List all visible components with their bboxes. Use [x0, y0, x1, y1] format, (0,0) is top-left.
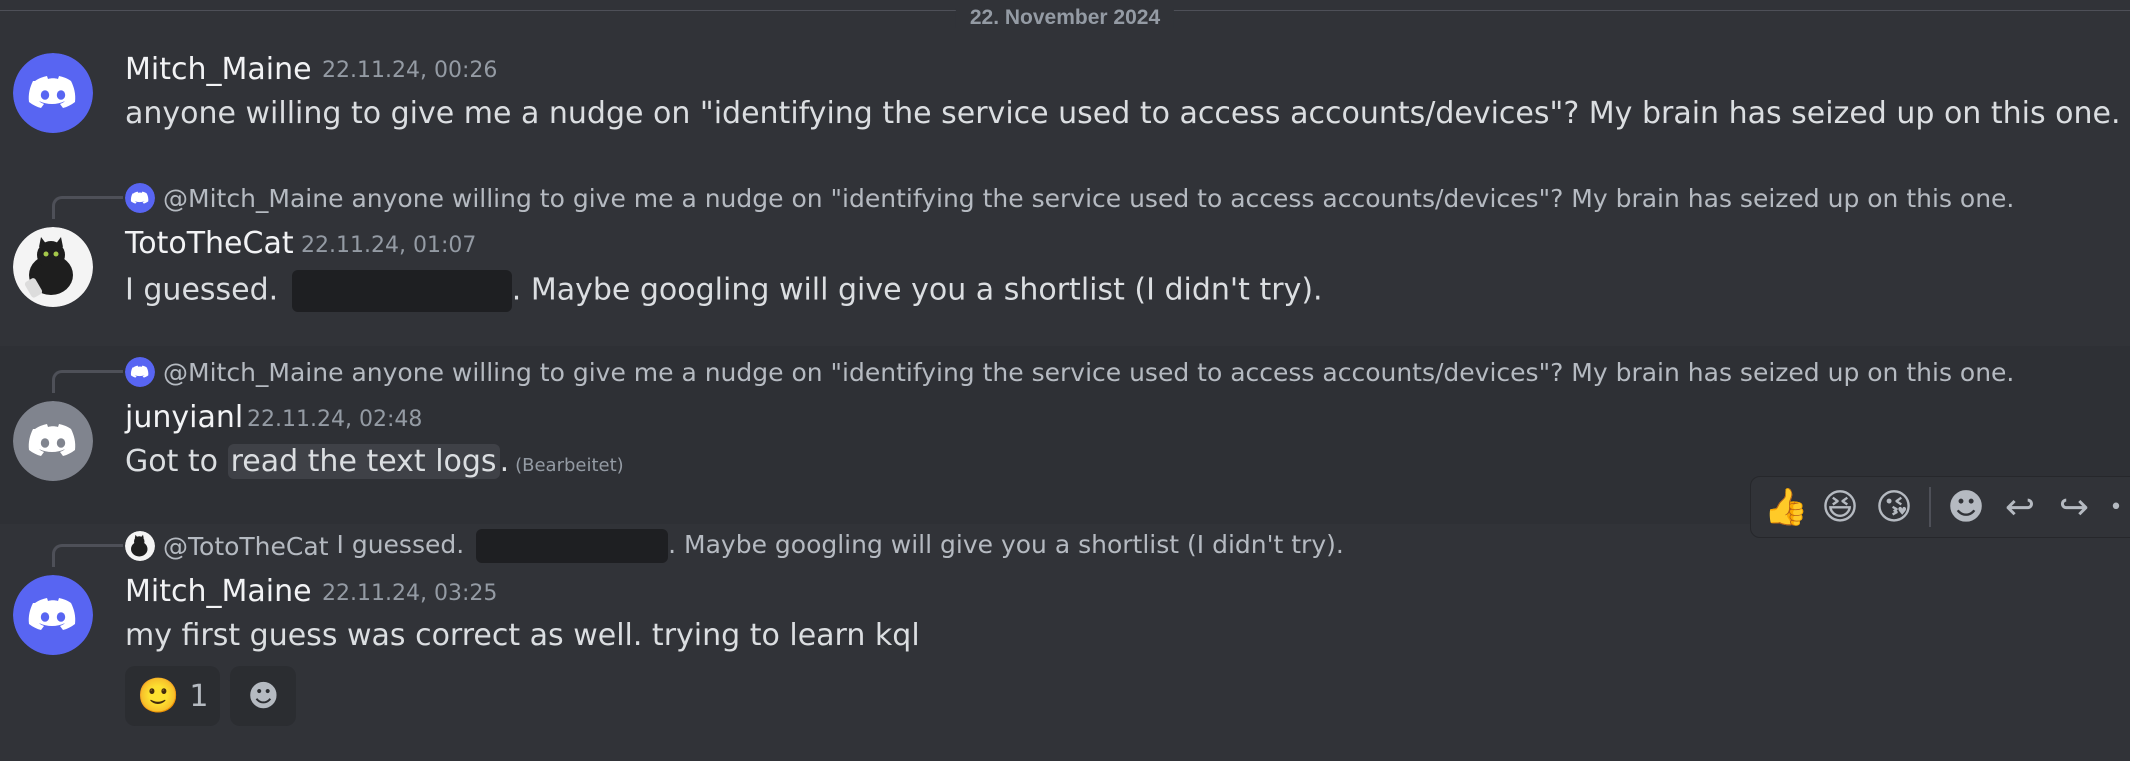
- timestamp: 22.11.24, 01:07: [301, 233, 477, 258]
- reply-preview[interactable]: @Mitch_Maine anyone willing to give me a…: [125, 182, 2014, 214]
- slightly-smiling-emoji-icon: 🙂: [137, 676, 180, 716]
- avatar[interactable]: [13, 53, 93, 133]
- add-reaction-button[interactable]: ☻: [230, 666, 297, 726]
- toolbar-separator: [1929, 487, 1931, 527]
- reply-connector: [52, 370, 123, 393]
- reactions-bar: 🙂 1 ☻: [125, 666, 297, 726]
- avatar[interactable]: [13, 227, 93, 307]
- username[interactable]: junyianl: [125, 401, 243, 435]
- reply-preview[interactable]: @TotoTheCat I guessed. . Maybe googling …: [125, 529, 1344, 563]
- timestamp: 22.11.24, 02:48: [247, 407, 423, 432]
- username[interactable]: TotoTheCat: [125, 227, 294, 261]
- reply-username[interactable]: @Mitch_Maine: [163, 184, 343, 213]
- reply-username[interactable]: @Mitch_Maine: [163, 358, 343, 387]
- laughing-reaction-button[interactable]: 😆: [1813, 480, 1867, 534]
- message-text: my first guess was correct as well. tryi…: [125, 618, 920, 653]
- discord-logo-icon: [13, 401, 93, 481]
- discord-logo-icon: [125, 357, 155, 387]
- add-reaction-icon: ☻: [247, 678, 280, 714]
- message-text-part: .: [499, 444, 510, 479]
- reply-avatar: [125, 531, 155, 561]
- avatar[interactable]: [13, 575, 93, 655]
- message-text-part: Got to: [125, 444, 219, 479]
- username[interactable]: Mitch_Maine: [125, 575, 312, 609]
- message-text: anyone willing to give me a nudge on "id…: [125, 96, 2121, 131]
- reply-avatar: [125, 357, 155, 387]
- username[interactable]: Mitch_Maine: [125, 53, 312, 87]
- more-options-icon[interactable]: •: [2101, 480, 2130, 534]
- forward-icon[interactable]: ↪: [2047, 480, 2101, 534]
- timestamp: 22.11.24, 00:26: [322, 58, 498, 83]
- date-divider: 22. November 2024: [0, 7, 2130, 28]
- discord-logo-icon: [13, 575, 93, 655]
- reply-avatar: [125, 183, 155, 213]
- discord-logo-icon: [13, 53, 93, 133]
- avatar[interactable]: [13, 401, 93, 481]
- message-text-part: . Maybe googling will give you a shortli…: [511, 272, 1323, 308]
- cat-avatar-icon: [13, 227, 93, 307]
- date-divider-label: 22. November 2024: [955, 7, 1175, 28]
- message-text: I guessed. . Maybe googling will give yo…: [125, 270, 1323, 312]
- add-reaction-icon[interactable]: ☻: [1939, 480, 1993, 534]
- reaction-count: 1: [189, 678, 209, 714]
- timestamp: 22.11.24, 03:25: [322, 581, 498, 606]
- reply-text: anyone willing to give me a nudge on "id…: [351, 183, 2015, 213]
- edited-label: (Bearbeitet): [515, 455, 624, 476]
- kiss-reaction-button[interactable]: 😘: [1867, 480, 1921, 534]
- message-text-part: I guessed.: [125, 272, 279, 308]
- discord-logo-icon: [125, 183, 155, 213]
- spoiler-block[interactable]: [476, 529, 669, 563]
- reply-connector: [52, 544, 123, 567]
- message-action-toolbar: 👍 😆 😘 ☻ ↩ ↪ •: [1750, 476, 2130, 538]
- reply-username[interactable]: @TotoTheCat: [163, 532, 329, 561]
- reply-text: I guessed. . Maybe googling will give yo…: [337, 529, 1344, 563]
- cat-avatar-icon: [125, 531, 155, 561]
- reply-preview[interactable]: @Mitch_Maine anyone willing to give me a…: [125, 356, 2014, 388]
- reply-icon[interactable]: ↩: [1993, 480, 2047, 534]
- highlighted-text: read the text logs: [227, 444, 500, 479]
- thumbs-up-reaction-button[interactable]: 👍: [1759, 480, 1813, 534]
- message-text: Got to read the text logs. (Bearbeitet): [125, 444, 624, 484]
- reaction-slightly-smiling[interactable]: 🙂 1: [125, 666, 221, 726]
- reply-text-part: I guessed.: [336, 530, 465, 559]
- reply-text: anyone willing to give me a nudge on "id…: [351, 357, 2015, 387]
- spoiler-block[interactable]: [291, 270, 512, 312]
- reply-text-part: . Maybe googling will give you a shortli…: [668, 530, 1344, 559]
- reply-connector: [52, 196, 123, 219]
